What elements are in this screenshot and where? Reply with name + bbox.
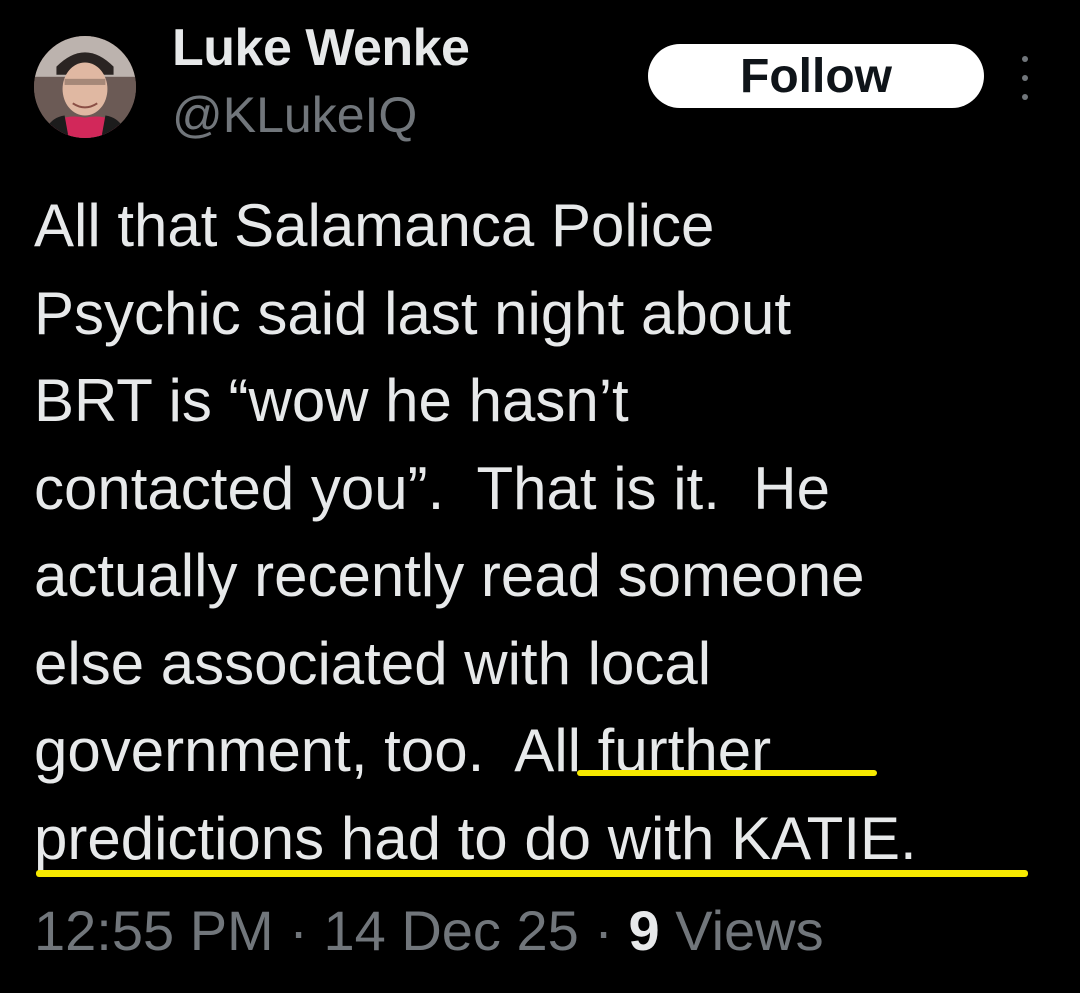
more-vertical-icon[interactable] (1010, 56, 1040, 100)
tweet-card: Luke Wenke @KLukeIQ Follow All that Sala… (0, 0, 1080, 993)
more-dot (1022, 75, 1028, 81)
tweet-date[interactable]: 14 Dec 25 (323, 899, 578, 962)
tweet-text-line: actually recently read someone (34, 542, 865, 609)
more-dot (1022, 94, 1028, 100)
highlight-underline (36, 870, 1028, 877)
tweet-text-line: government, too. All further (34, 717, 772, 784)
avatar-image (34, 36, 136, 138)
tweet-time[interactable]: 12:55 PM (34, 899, 274, 962)
tweet-text-line: BRT is “wow he hasn’t (34, 367, 629, 434)
meta-separator: · (578, 899, 629, 962)
tweet-text-line: contacted you”. That is it. He (34, 454, 830, 522)
views-label[interactable]: Views (660, 899, 823, 962)
author-display-name[interactable]: Luke Wenke (172, 18, 470, 78)
author-handle[interactable]: @KLukeIQ (172, 86, 417, 144)
highlight-underline (577, 770, 877, 776)
meta-separator: · (273, 899, 324, 962)
follow-button[interactable]: Follow (648, 44, 984, 108)
tweet-text-line: predictions had to do with KATIE. (34, 804, 917, 872)
tweet-text-line: Psychic said last night about (34, 279, 792, 347)
tweet-text-line: All that Salamanca Police (34, 192, 715, 259)
avatar[interactable] (34, 36, 136, 138)
more-dot (1022, 56, 1028, 62)
views-count[interactable]: 9 (629, 899, 660, 962)
tweet-text-line: else associated with local (34, 629, 712, 697)
tweet-text: All that Salamanca Police Psychic said l… (34, 182, 1064, 882)
tweet-meta: 12:55 PM · 14 Dec 25 · 9 Views (34, 898, 824, 963)
